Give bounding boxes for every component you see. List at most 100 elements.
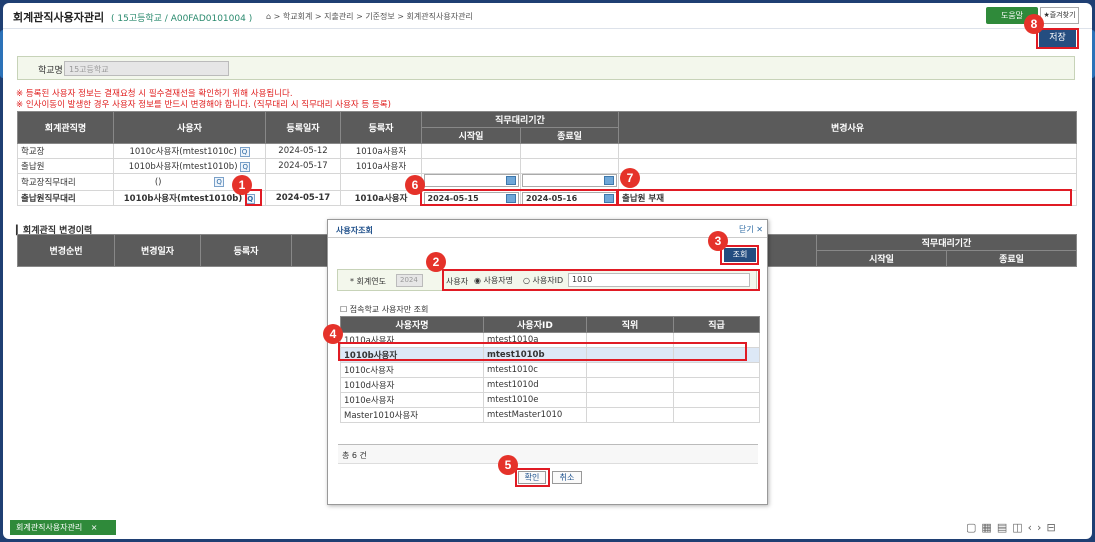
user-position [586,392,674,408]
row-reg-date: 2024-05-17 [265,190,341,206]
bottom-tab[interactable]: 회계관직사용자관리 × [10,520,116,535]
page-subtitle: ( 15고등학교 / A00FAD0101004 ) [111,14,253,24]
col-registrant: 등록자 [340,111,422,144]
user-id: mtest1010e [483,392,587,408]
user-rank [673,392,760,408]
school-label: 학교명 [38,66,63,76]
app-window: 회계관직사용자관리 ( 15고등학교 / A00FAD0101004 ) ⌂ >… [3,3,1092,539]
help-label: 도움말 [1000,11,1024,20]
col-reason: 변경사유 [618,111,1077,144]
school-only-checkbox[interactable]: ☐ 접속학교 사용자만 조회 [340,304,428,315]
user-name: 1010c사용자 [340,362,484,378]
user-name: 1010e사용자 [340,392,484,408]
calendar-icon[interactable] [505,176,516,185]
start-date-input[interactable] [423,174,519,187]
row-role: 학교장 [17,143,114,159]
user-position [586,362,674,378]
step-badge-1: 1 [232,175,252,195]
step-badge-7: 7 [620,168,640,188]
row-reg-date: 2024-05-12 [265,143,341,159]
end-date-input[interactable] [522,174,617,187]
row-registrant: 1010a사용자 [340,143,422,159]
single-view-icon[interactable]: ▢ [966,521,981,534]
cancel-button[interactable]: 취소 [552,471,582,484]
row-start [421,158,521,174]
row-registrant: 1010a사용자 [340,158,422,174]
col-reg-date: 등록일자 [265,111,341,144]
list-item[interactable]: 1010e사용자 mtest1010e [340,392,760,408]
tab-close-icon[interactable]: × [91,523,98,532]
calendar-icon[interactable] [604,176,614,185]
table-row[interactable]: 학교장직무대리 () Q [17,173,1077,191]
step-badge-8: 8 [1024,14,1044,34]
step-badge-3: 3 [708,231,728,251]
col-end: 종료일 [520,127,619,144]
step-badge-5: 5 [498,455,518,475]
col-role: 회계관직명 [17,111,114,144]
hcol-date: 변경일자 [114,234,201,267]
condition-highlight [442,269,760,291]
row-role: 출납원직무대리 [17,190,114,206]
user-search-modal: 사용자조회 닫기 ✕ 조회 3 * 회계연도 2024 사용자 ◉ 사용자명 ○… [323,219,768,505]
prev-icon[interactable]: ‹ [1028,521,1037,534]
row-end [520,143,619,159]
hcol-period: 직무대리기간 [816,234,1077,251]
user-rank [673,362,760,378]
year-label: * 회계연도 [350,277,386,286]
table-row[interactable]: 학교장 1010c사용자(mtest1010c) Q 2024-05-12 10… [17,143,1077,159]
list-item[interactable]: 1010c사용자 mtest1010c [340,362,760,378]
col-start: 시작일 [421,127,521,144]
step-badge-4: 4 [323,324,343,344]
school-field: 15고등학교 [64,61,229,76]
mcol-rank: 직급 [673,316,760,333]
close-all-icon[interactable]: ⊟ [1046,521,1060,534]
row-user-cell: 1010c사용자(mtest1010c) Q [113,143,266,159]
row-start-cell [421,173,521,191]
confirm-highlight [515,468,550,487]
col-proxy-period: 직무대리기간 [421,111,619,128]
close-button[interactable]: 닫기 ✕ [739,224,763,235]
modal-header: 사용자조회 닫기 ✕ [328,220,767,238]
row-user: 1010b사용자(mtest1010b) [123,194,243,204]
row-user: () [154,177,162,188]
checkbox-label: 접속학교 사용자만 조회 [349,305,429,314]
mcol-position: 직위 [586,316,674,333]
user-id: mtest1010d [483,377,587,393]
user-position [586,377,674,393]
title-bar: 회계관직사용자관리 ( 15고등학교 / A00FAD0101004 ) ⌂ >… [3,3,1092,29]
total-count: 총 6 건 [342,451,367,460]
user-rank [673,377,760,393]
modal-user-table: 사용자명 사용자ID 직위 직급 1010a사용자 mtest1010a 1010… [340,316,760,423]
grid-view-icon[interactable]: ▦ [981,521,996,534]
notice-2: ※ 인사이동이 발생한 경우 사용자 정보를 반드시 변경해야 합니다. (직무… [16,100,391,110]
search-icon[interactable]: Q [240,161,251,172]
search-icon[interactable]: Q [239,146,250,157]
user-name: 1010d사용자 [340,377,484,393]
tile-view-icon[interactable]: ◫ [1012,521,1027,534]
user-id: mtest1010c [483,362,587,378]
row-reg-date [265,173,341,191]
table-row[interactable]: 출납원 1010b사용자(mtest1010b) Q 2024-05-17 10… [17,158,1077,174]
breadcrumb: ⌂ > 학교회계 > 지출관리 > 기준정보 > 회계관직사용자관리 [266,12,473,21]
hcol-start: 시작일 [816,250,947,267]
favorite-button[interactable]: ★즐겨찾기 [1040,7,1079,24]
col-user: 사용자 [113,111,266,144]
row-role: 출납원 [17,158,114,174]
search-icon[interactable]: Q [214,176,225,187]
mcol-name: 사용자명 [340,316,484,333]
row-user-cell: 1010b사용자(mtest1010b) Q [113,158,266,174]
save-highlight [1036,28,1079,49]
query-highlight [720,245,759,265]
list-item[interactable]: 1010d사용자 mtest1010d [340,377,760,393]
list-item[interactable]: Master1010사용자 mtestMaster1010 [340,407,760,423]
user-position [586,407,674,423]
reason-highlight [617,189,1072,206]
bottom-tab-label: 회계관직사용자관리 [16,523,83,532]
user-rank [673,407,760,423]
row-reason [618,158,1077,174]
year-field: 2024 [396,274,423,287]
row-role: 학교장직무대리 [17,173,114,191]
split-view-icon[interactable]: ▤ [997,521,1012,534]
modal-footer: 총 6 건 [338,444,758,464]
page-title: 회계관직사용자관리 [13,12,105,24]
